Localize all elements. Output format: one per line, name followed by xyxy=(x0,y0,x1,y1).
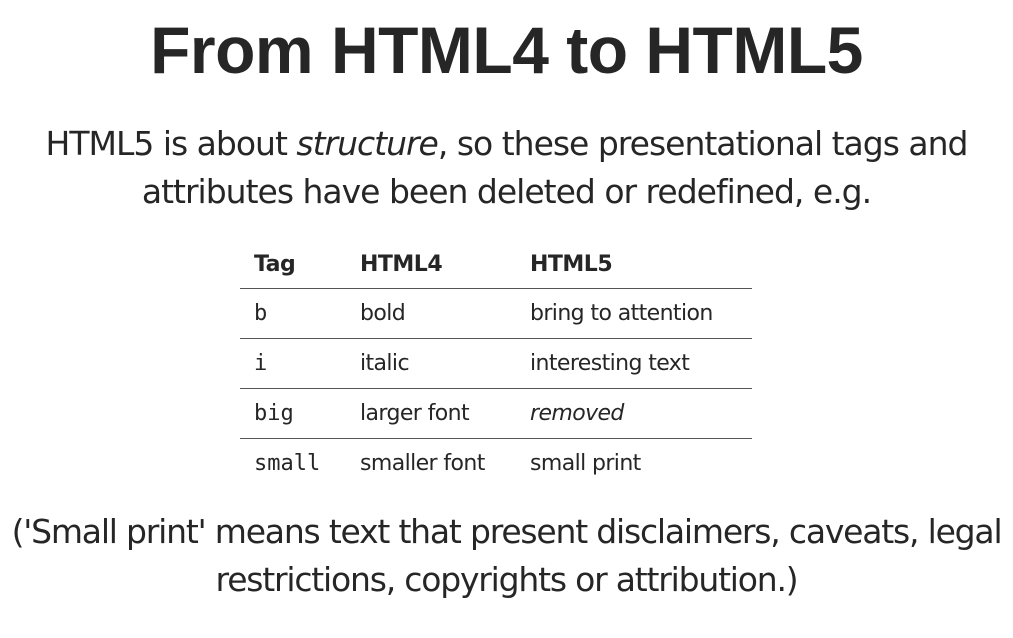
html5-cell: bring to attention xyxy=(516,288,752,339)
html5-cell: removed xyxy=(516,388,752,439)
comparison-table: Tag HTML4 HTML5 b bold bring to attentio… xyxy=(240,240,752,488)
slide: From HTML4 to HTML5 HTML5 is about struc… xyxy=(0,0,1013,638)
tag-cell: small xyxy=(254,451,321,476)
intro-emphasis: structure xyxy=(296,124,438,163)
html4-cell: bold xyxy=(346,288,516,339)
comparison-table-wrapper: Tag HTML4 HTML5 b bold bring to attentio… xyxy=(240,240,752,488)
table-row: small smaller font small print xyxy=(240,439,752,489)
html4-cell: italic xyxy=(346,338,516,389)
tag-cell: big xyxy=(240,388,346,439)
table-row: b bold bring to attention xyxy=(240,288,752,339)
html4-cell: smaller font xyxy=(360,451,485,476)
table-header-row: Tag HTML4 HTML5 xyxy=(240,240,752,289)
column-header-html5: HTML5 xyxy=(516,240,752,289)
tag-cell: i xyxy=(240,338,346,389)
intro-text-before: HTML5 is about xyxy=(45,124,297,163)
table-row: i italic interesting text xyxy=(240,338,752,389)
column-header-html4: HTML4 xyxy=(346,240,516,289)
html5-cell: small print xyxy=(530,451,641,476)
page-title: From HTML4 to HTML5 xyxy=(150,13,863,87)
html5-cell: interesting text xyxy=(516,338,752,389)
tag-cell: b xyxy=(240,288,346,339)
intro-paragraph: HTML5 is about structure, so these prese… xyxy=(10,120,1003,216)
html4-cell: larger font xyxy=(346,388,516,439)
footnote-paragraph: ('Small print' means text that present d… xyxy=(11,512,1003,599)
column-header-tag: Tag xyxy=(240,240,346,289)
table-row: big larger font removed xyxy=(240,388,752,439)
